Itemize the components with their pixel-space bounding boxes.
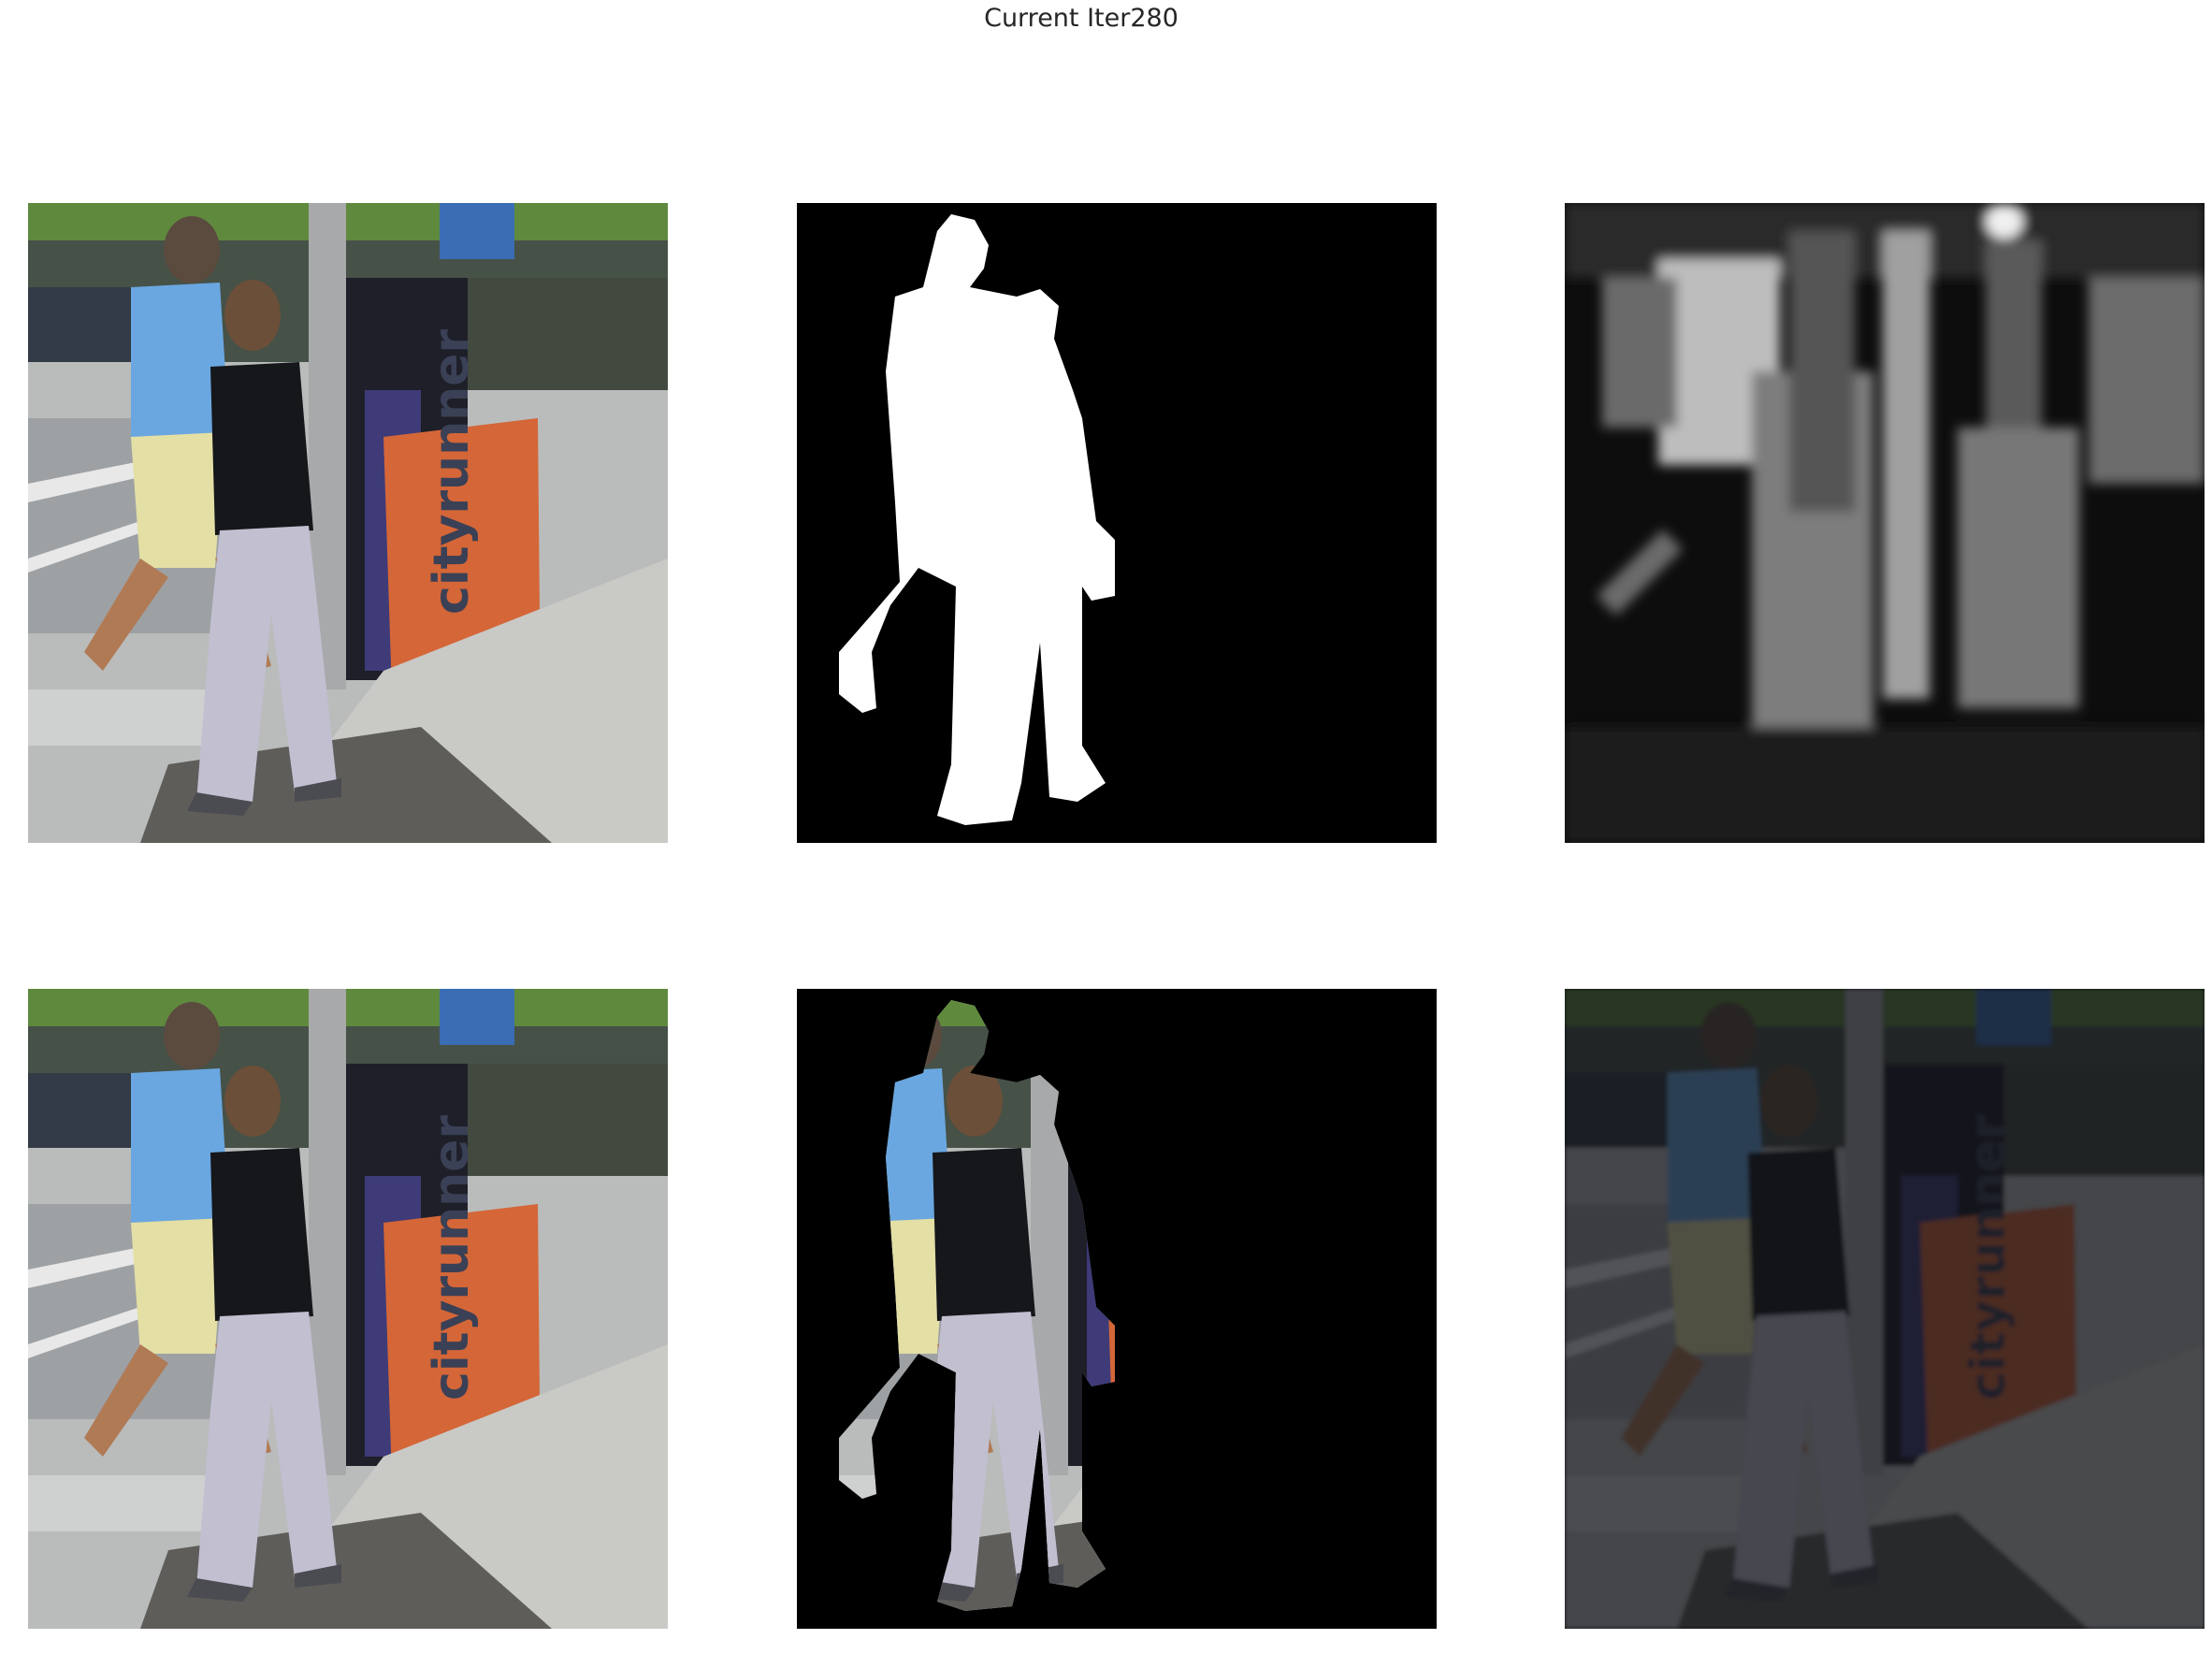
predicted-foreground-composite: [1565, 989, 2205, 1629]
input-image-row2: [28, 989, 668, 1629]
figure-title: Current Iter280: [984, 4, 1178, 33]
ground-truth-mask: [797, 203, 1437, 843]
masked-foreground: [797, 989, 1437, 1629]
predicted-saliency-map: [1565, 203, 2205, 843]
input-image-row1: [28, 203, 668, 843]
